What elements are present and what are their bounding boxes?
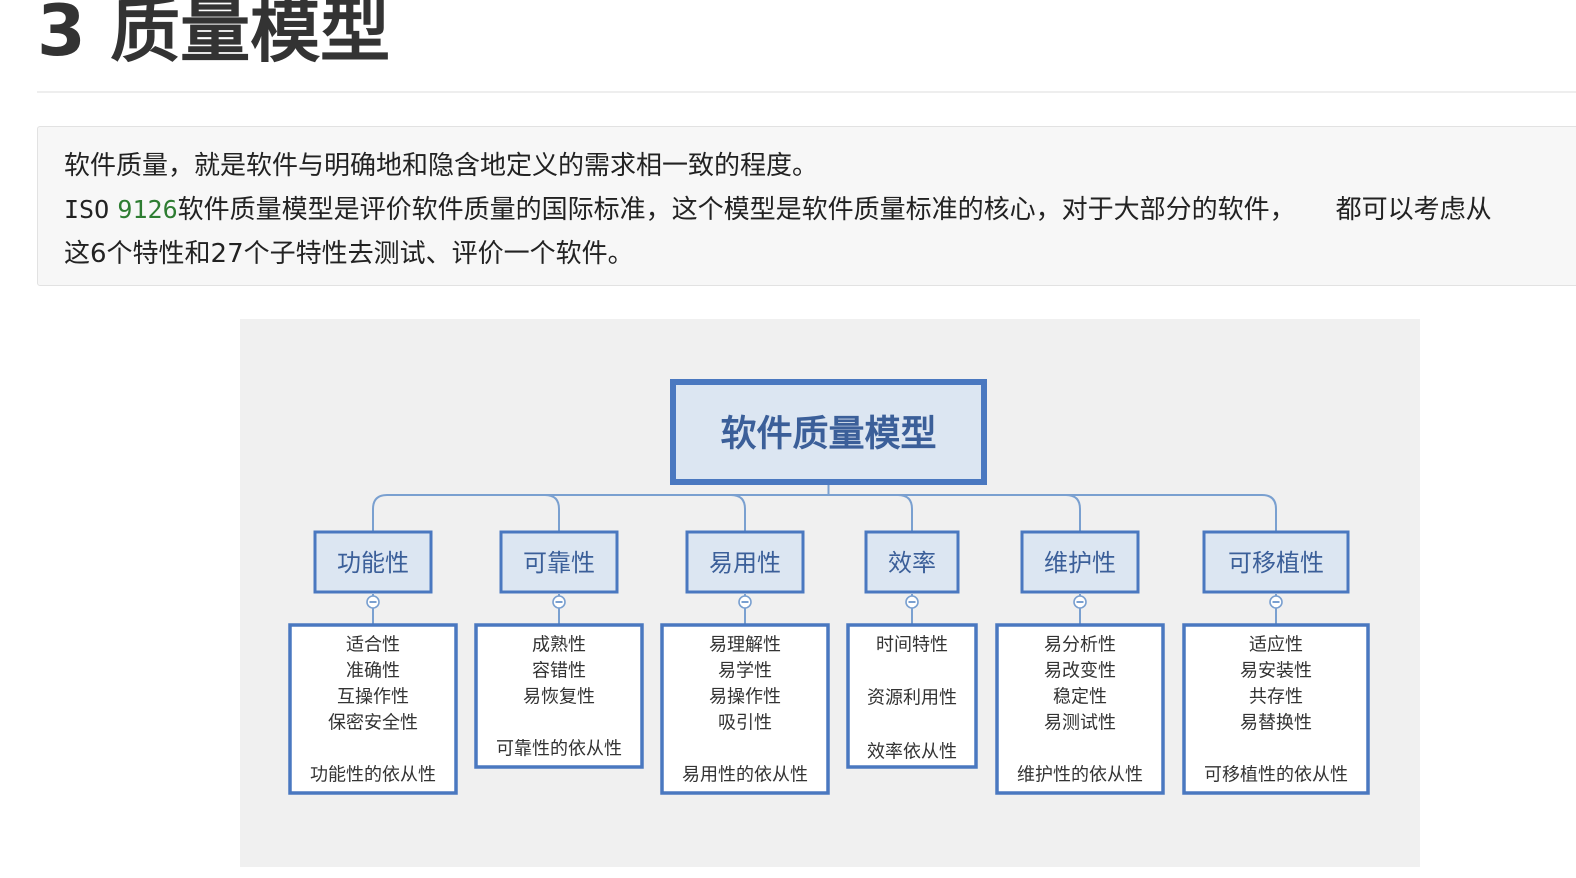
diagram-canvas: 软件质量模型功能性适合性准确性互操作性保密安全性功能性的依从性 可靠性成熟性容错性… — [288, 379, 1370, 795]
sub-characteristic: 易学性 — [718, 661, 772, 682]
characteristic-label: 可移植性 — [1228, 549, 1324, 577]
heading-divider — [37, 91, 1576, 93]
compliance-label: 可靠性的依从性 — [496, 739, 622, 760]
section-number: 3 — [37, 0, 86, 72]
iso-label: ISO — [64, 195, 110, 224]
section-title: 质量模型 — [110, 0, 391, 72]
sub-characteristic: 适应性 — [1249, 635, 1303, 656]
compliance-label: 可移植性的依从性 — [1204, 765, 1348, 786]
sub-characteristic: 容错性 — [532, 661, 586, 682]
sub-characteristic: 易分析性 — [1044, 635, 1116, 656]
characteristic-label: 可靠性 — [523, 549, 595, 577]
intro-blockquote: 软件质量，就是软件与明确地和隐含地定义的需求相一致的程度。 ISO 9126软件… — [37, 126, 1576, 286]
sub-characteristic: 保密安全性 — [328, 713, 418, 734]
root-label: 软件质量模型 — [720, 414, 936, 455]
intro-line-2-text: 软件质量模型是评价软件质量的国际标准，这个模型是软件质量标准的核心，对于大部分的… — [177, 195, 1296, 225]
sub-characteristic: 易操作性 — [709, 687, 781, 708]
iso-number: 9126 — [117, 195, 178, 224]
sub-characteristic: 互操作性 — [337, 687, 409, 708]
compliance-label: 功能性的依从性 — [310, 765, 436, 786]
sub-characteristic: 易测试性 — [1044, 713, 1116, 734]
characteristic-label: 效率 — [888, 549, 936, 577]
branch-connector — [1065, 494, 1081, 532]
intro-line-2: ISO 9126软件质量模型是评价软件质量的国际标准，这个模型是软件质量标准的核… — [64, 188, 1576, 232]
compliance-label: 效率依从性 — [867, 742, 957, 763]
sub-characteristic: 适合性 — [346, 635, 400, 656]
sub-characteristic: 时间特性 — [876, 635, 948, 656]
sub-characteristic: 准确性 — [346, 661, 400, 682]
document-page: 3 质量模型 软件质量，就是软件与明确地和隐含地定义的需求相一致的程度。 ISO… — [0, 0, 1576, 878]
section-heading: 3 质量模型 — [37, 0, 390, 76]
branch-connector — [730, 494, 746, 532]
intro-line-3: 这6个特性和27个子特性去测试、评价一个软件。 — [64, 239, 634, 269]
sub-characteristic: 易替换性 — [1240, 713, 1312, 734]
sub-characteristic: 吸引性 — [718, 713, 772, 734]
bus-connector — [372, 494, 1277, 532]
intro-line-2-tail: 都可以考虑从 — [1335, 195, 1492, 225]
sub-characteristic: 易安装性 — [1240, 661, 1312, 682]
characteristic-label: 维护性 — [1044, 549, 1116, 577]
intro-line-1: 软件质量，就是软件与明确地和隐含地定义的需求相一致的程度。 — [64, 151, 819, 181]
characteristic-label: 易用性 — [709, 549, 781, 577]
compliance-label: 维护性的依从性 — [1017, 765, 1143, 786]
sub-characteristic: 共存性 — [1249, 687, 1303, 708]
characteristic-label: 功能性 — [337, 549, 409, 577]
compliance-label: 易用性的依从性 — [682, 765, 808, 786]
sub-characteristic: 易理解性 — [709, 635, 781, 656]
sub-characteristic: 资源利用性 — [867, 688, 957, 709]
branch-connector — [897, 494, 913, 532]
sub-characteristic: 成熟性 — [532, 635, 586, 656]
branch-connector — [544, 494, 560, 532]
sub-characteristic: 易改变性 — [1044, 661, 1116, 682]
quality-model-diagram: 软件质量模型功能性适合性准确性互操作性保密安全性功能性的依从性 可靠性成熟性容错性… — [240, 319, 1420, 867]
sub-characteristic: 稳定性 — [1053, 687, 1107, 708]
sub-characteristic: 易恢复性 — [523, 687, 595, 708]
